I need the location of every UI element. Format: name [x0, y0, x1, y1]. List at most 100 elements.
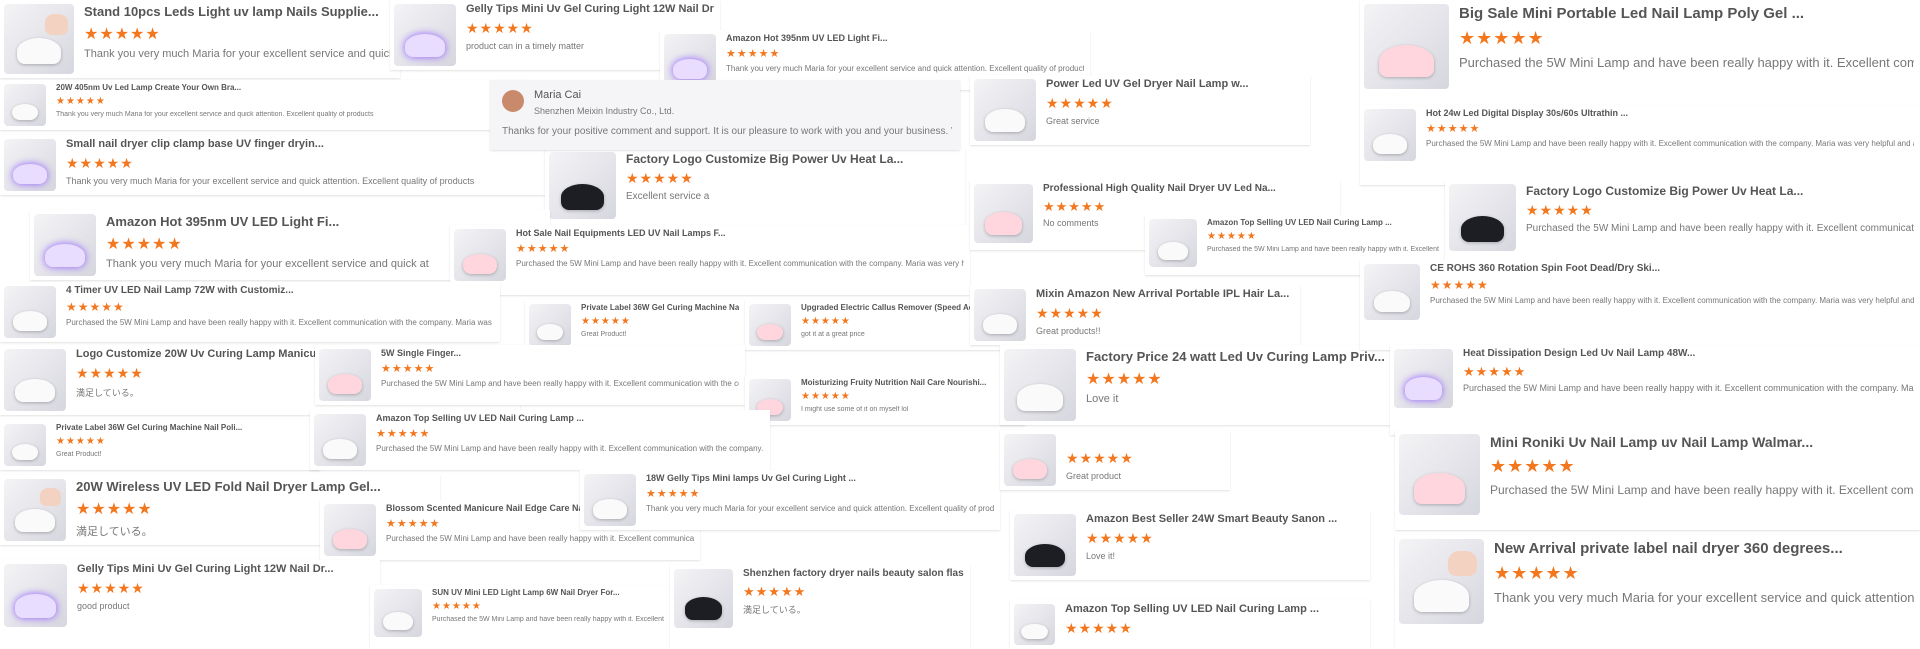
review-card[interactable]: Amazon Top Selling UV LED Nail Curing La… — [1010, 600, 1370, 649]
review-product-title[interactable]: Stand 10pcs Leds Light uv lamp Nails Sup… — [84, 4, 394, 19]
review-product-title[interactable]: Power Led UV Gel Dryer Nail Lamp w... — [1046, 78, 1304, 90]
review-product-title[interactable]: Private Label 36W Gel Curing Machine Nai… — [56, 423, 314, 432]
product-thumbnail[interactable] — [1014, 514, 1076, 576]
product-thumbnail[interactable] — [674, 569, 733, 628]
product-thumbnail[interactable] — [1004, 349, 1076, 421]
product-thumbnail[interactable] — [664, 34, 716, 86]
star-rating: ★★★★★ — [1526, 202, 1594, 218]
product-thumbnail[interactable] — [4, 4, 74, 74]
review-product-title[interactable]: Gelly Tips Mini Uv Gel Curing Light 12W … — [466, 3, 714, 15]
product-thumbnail[interactable] — [974, 184, 1033, 243]
review-card[interactable]: Gelly Tips Mini Uv Gel Curing Light 12W … — [0, 560, 380, 649]
review-card[interactable]: Shenzhen factory dryer nails beauty salo… — [670, 565, 970, 649]
review-card[interactable]: ★★★★★ Great product — [1000, 430, 1230, 490]
product-thumbnail[interactable] — [1399, 539, 1484, 624]
product-thumbnail[interactable] — [4, 139, 56, 191]
review-product-title[interactable]: Amazon Best Seller 24W Smart Beauty Sano… — [1086, 513, 1364, 525]
review-card[interactable]: Amazon Top Selling UV LED Nail Curing La… — [310, 410, 770, 470]
review-card[interactable]: Big Sale Mini Portable Led Nail Lamp Pol… — [1360, 0, 1920, 105]
review-card[interactable]: 4 Timer UV LED Nail Lamp 72W with Custom… — [0, 282, 500, 342]
review-card[interactable]: Hot Sale Nail Equipments LED UV Nail Lam… — [450, 225, 970, 295]
review-card[interactable]: 18W Gelly Tips Mini lamps Uv Gel Curing … — [580, 470, 1000, 530]
review-product-title[interactable]: Factory Price 24 watt Led Uv Curing Lamp… — [1086, 349, 1394, 364]
product-thumbnail[interactable] — [529, 304, 571, 346]
review-product-title[interactable]: New Arrival private label nail dryer 360… — [1494, 540, 1914, 557]
product-thumbnail[interactable] — [4, 349, 66, 411]
review-card[interactable]: Heat Dissipation Design Led Uv Nail Lamp… — [1390, 345, 1920, 435]
product-thumbnail[interactable] — [4, 424, 46, 466]
product-thumbnail[interactable] — [1014, 604, 1055, 645]
review-product-title[interactable]: Private Label 36W Gel Curing Machine Nai… — [581, 303, 739, 312]
review-product-title[interactable]: Factory Logo Customize Big Power Uv Heat… — [1526, 184, 1914, 198]
product-thumbnail[interactable] — [974, 289, 1026, 341]
review-product-title[interactable]: Amazon Top Selling UV LED Nail Curing La… — [376, 413, 764, 423]
product-thumbnail[interactable] — [4, 564, 67, 627]
product-thumbnail[interactable] — [1149, 219, 1197, 267]
review-card[interactable]: Private Label 36W Gel Curing Machine Nai… — [0, 420, 320, 470]
product-thumbnail[interactable] — [549, 152, 616, 219]
review-product-title[interactable]: Amazon Hot 395nm UV LED Light Fi... — [726, 33, 1084, 43]
star-rating: ★★★★★ — [66, 155, 134, 171]
product-thumbnail[interactable] — [4, 479, 66, 541]
review-product-title[interactable]: Amazon Top Selling UV LED Nail Curing La… — [1065, 603, 1364, 615]
review-card[interactable]: Small nail dryer clip clamp base UV fing… — [0, 135, 560, 195]
review-product-title[interactable]: Big Sale Mini Portable Led Nail Lamp Pol… — [1459, 5, 1914, 22]
product-thumbnail[interactable] — [1364, 4, 1449, 89]
product-thumbnail[interactable] — [374, 589, 422, 637]
review-product-title[interactable]: Factory Logo Customize Big Power Uv Heat… — [626, 152, 959, 166]
review-product-title[interactable]: Shenzhen factory dryer nails beauty salo… — [743, 568, 964, 579]
review-card[interactable]: Factory Logo Customize Big Power Uv Heat… — [545, 148, 965, 228]
review-card[interactable]: SUN UV Mini LED Light Lamp 6W Nail Dryer… — [370, 585, 670, 649]
review-card[interactable]: New Arrival private label nail dryer 360… — [1395, 535, 1920, 649]
review-card[interactable]: CE ROHS 360 Rotation Spin Foot Dead/Dry … — [1360, 260, 1920, 350]
product-thumbnail[interactable] — [974, 79, 1036, 141]
product-thumbnail[interactable] — [4, 286, 56, 338]
review-product-title[interactable]: Mini Roniki Uv Nail Lamp uv Nail Lamp Wa… — [1490, 434, 1914, 450]
review-product-title[interactable]: Amazon Top Selling UV LED Nail Curing La… — [1207, 218, 1439, 227]
product-thumbnail[interactable] — [314, 414, 366, 466]
product-thumbnail[interactable] — [1004, 434, 1056, 486]
product-thumbnail[interactable] — [1364, 109, 1416, 161]
review-card[interactable]: Hot 24w Led Digital Display 30s/60s Ultr… — [1360, 105, 1920, 185]
review-product-title[interactable]: SUN UV Mini LED Light Lamp 6W Nail Dryer… — [432, 588, 664, 597]
review-product-title[interactable]: Gelly Tips Mini Uv Gel Curing Light 12W … — [77, 563, 374, 575]
review-card[interactable]: Amazon Best Seller 24W Smart Beauty Sano… — [1010, 510, 1370, 580]
review-product-title[interactable]: Moisturizing Fruity Nutrition Nail Care … — [801, 378, 1019, 387]
review-product-title[interactable]: CE ROHS 360 Rotation Spin Foot Dead/Dry … — [1430, 263, 1914, 274]
review-product-title[interactable]: Hot Sale Nail Equipments LED UV Nail Lam… — [516, 228, 964, 238]
review-card[interactable]: Mixin Amazon New Arrival Portable IPL Ha… — [970, 285, 1300, 345]
nail-lamp-icon — [1025, 543, 1065, 568]
review-product-title[interactable]: 4 Timer UV LED Nail Lamp 72W with Custom… — [66, 285, 494, 296]
review-product-title[interactable]: 20W Wireless UV LED Fold Nail Dryer Lamp… — [76, 479, 434, 494]
product-thumbnail[interactable] — [4, 84, 46, 126]
review-product-title[interactable]: Small nail dryer clip clamp base UV fing… — [66, 138, 554, 150]
product-thumbnail[interactable] — [1449, 184, 1516, 251]
review-card[interactable]: Private Label 36W Gel Curing Machine Nai… — [525, 300, 745, 350]
product-thumbnail[interactable] — [749, 304, 791, 346]
review-card[interactable]: 5W Single Finger... ★★★★★ Purchased the 5W… — [315, 345, 745, 405]
review-card[interactable]: Moisturizing Fruity Nutrition Nail Care … — [745, 375, 1025, 425]
product-thumbnail[interactable] — [34, 214, 96, 276]
review-product-title[interactable]: 5W Single Finger... — [381, 348, 739, 358]
product-thumbnail[interactable] — [1364, 264, 1420, 320]
review-card[interactable]: 20W 405nm Uv Led Lamp Create Your Own Br… — [0, 80, 530, 130]
product-thumbnail[interactable] — [324, 504, 376, 556]
nail-lamp-icon — [1414, 579, 1469, 613]
product-thumbnail[interactable] — [584, 474, 636, 526]
review-product-title[interactable]: Heat Dissipation Design Led Uv Nail Lamp… — [1463, 348, 1914, 359]
review-card[interactable]: Power Led UV Gel Dryer Nail Lamp w... ★★★… — [970, 75, 1310, 145]
review-product-title[interactable]: 18W Gelly Tips Mini lamps Uv Gel Curing … — [646, 473, 994, 483]
review-card[interactable]: Mini Roniki Uv Nail Lamp uv Nail Lamp Wa… — [1395, 430, 1920, 530]
review-card[interactable]: Factory Logo Customize Big Power Uv Heat… — [1445, 180, 1920, 270]
review-product-title[interactable]: 20W 405nm Uv Led Lamp Create Your Own Br… — [56, 83, 524, 92]
review-product-title[interactable]: Professional High Quality Nail Dryer UV … — [1043, 183, 1334, 194]
product-thumbnail[interactable] — [454, 229, 506, 281]
review-card[interactable]: Factory Price 24 watt Led Uv Curing Lamp… — [1000, 345, 1400, 425]
review-product-title[interactable]: Hot 24w Led Digital Display 30s/60s Ultr… — [1426, 108, 1914, 118]
product-thumbnail[interactable] — [319, 349, 371, 401]
review-product-title[interactable]: Mixin Amazon New Arrival Portable IPL Ha… — [1036, 288, 1294, 300]
product-thumbnail[interactable] — [1399, 434, 1480, 515]
product-thumbnail[interactable] — [1394, 349, 1453, 408]
review-card[interactable]: Stand 10pcs Leds Light uv lamp Nails Sup… — [0, 0, 400, 78]
product-thumbnail[interactable] — [394, 4, 456, 66]
